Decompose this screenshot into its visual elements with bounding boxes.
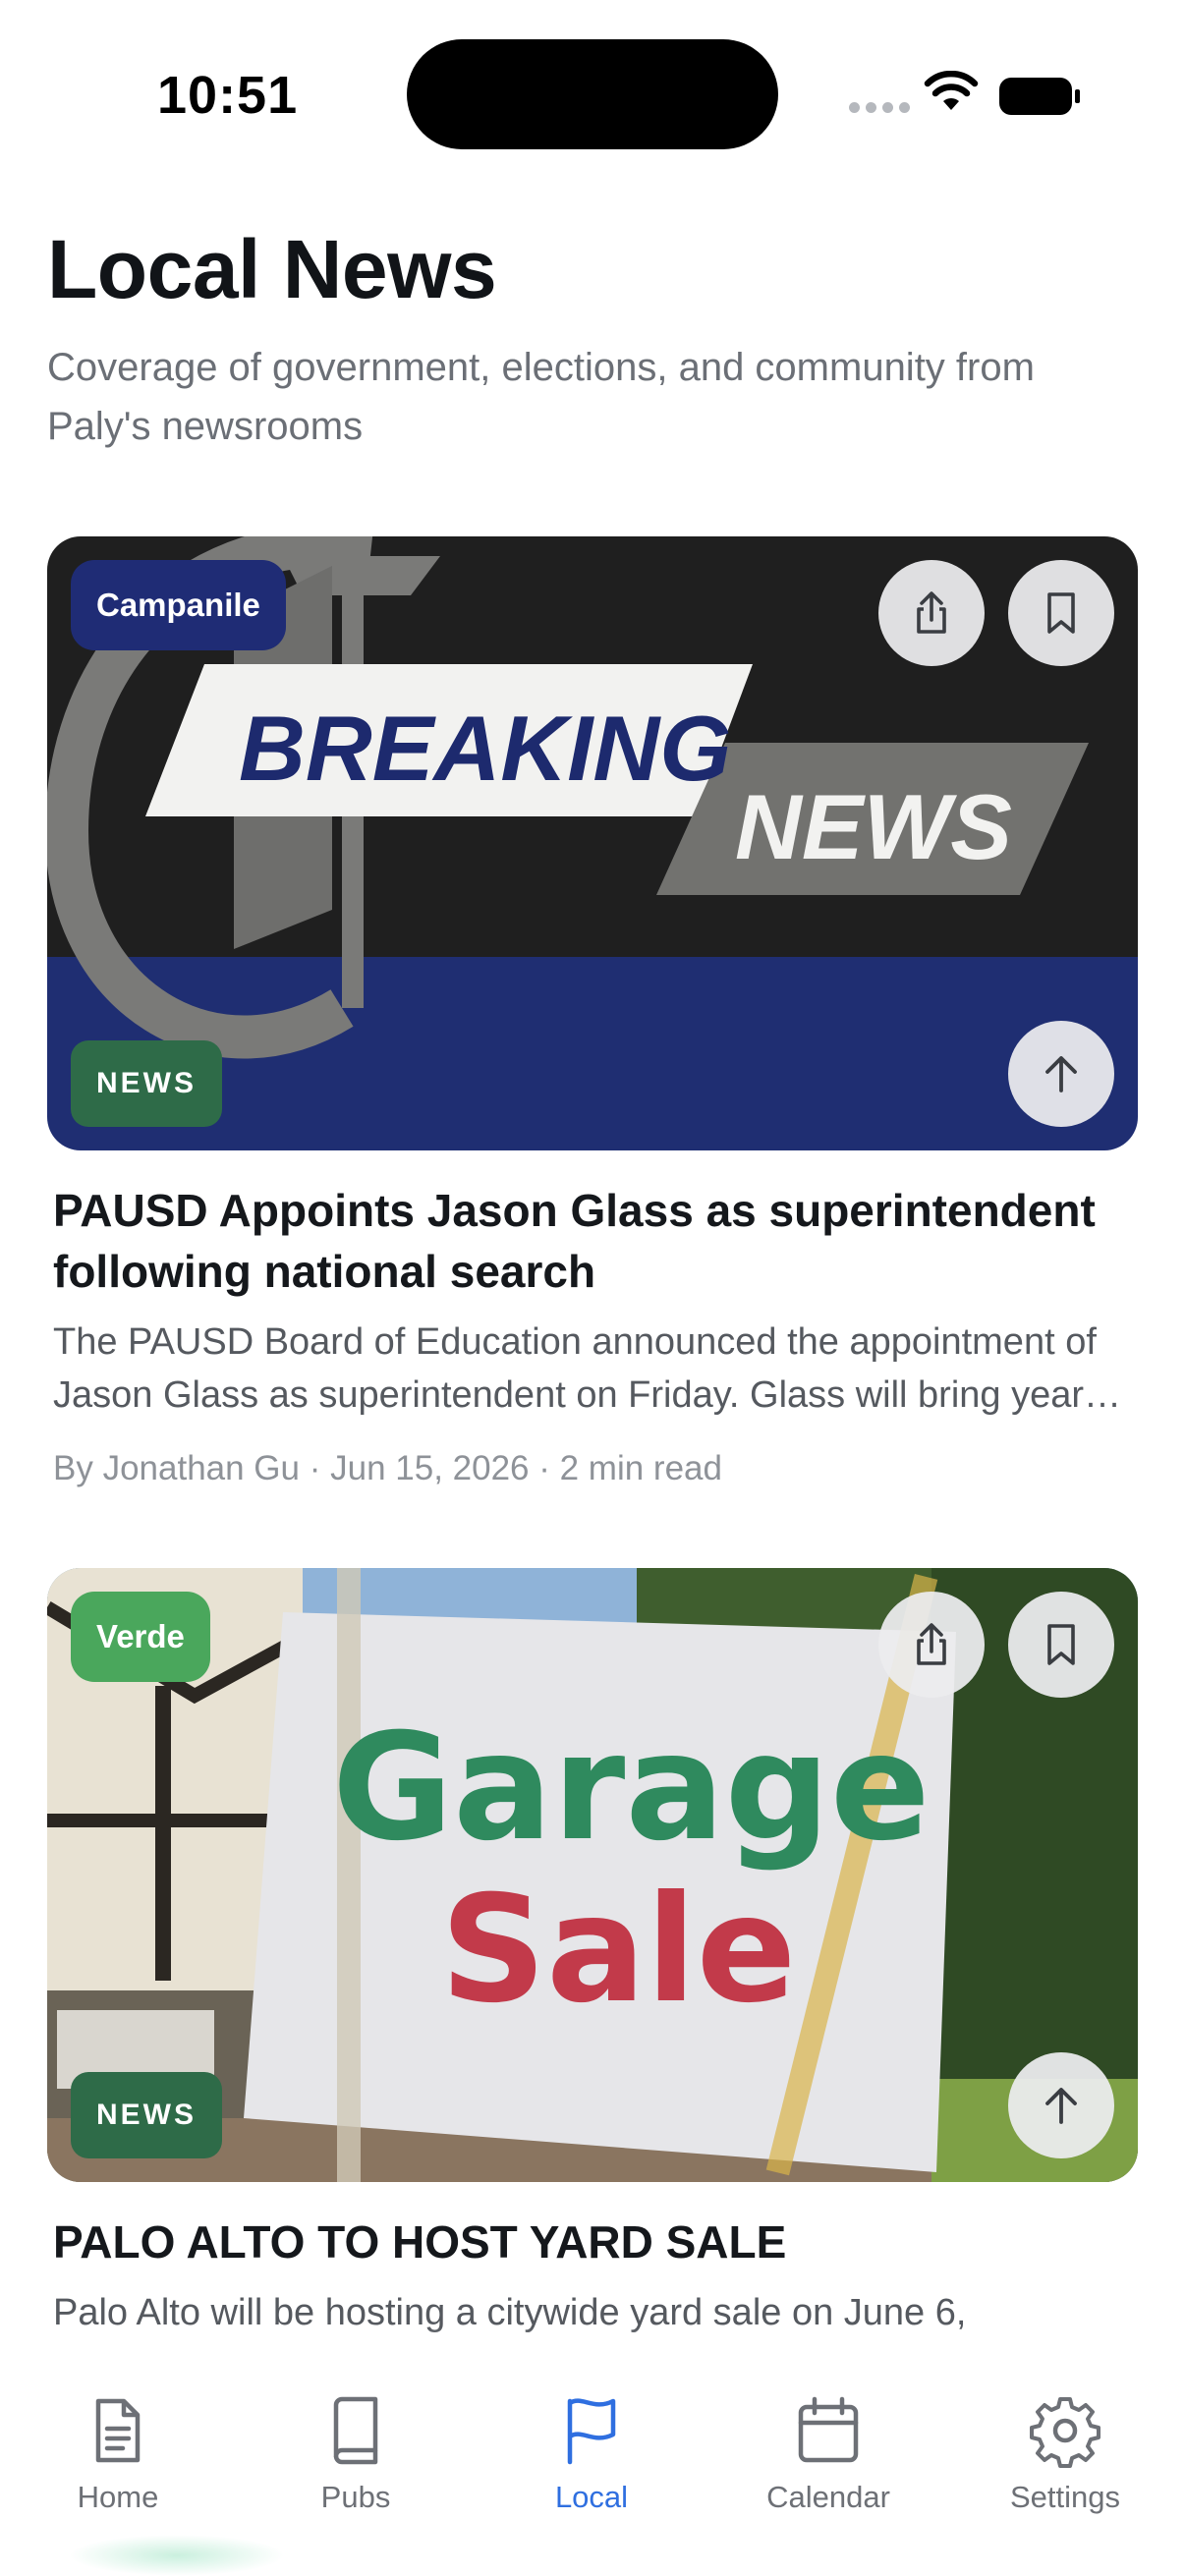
dynamic-island [407, 39, 778, 149]
signal-dots-icon [849, 102, 910, 113]
breaking-word: BREAKING [239, 697, 731, 800]
tab-label: Home [77, 2480, 159, 2514]
tab-settings[interactable]: Settings [967, 2393, 1163, 2515]
article-card[interactable]: Garage Sale Verde NEWS PALO ALTO TO HOST… [47, 1568, 1138, 2339]
arrow-up-icon [1045, 2088, 1077, 2124]
arrow-up-icon [1045, 1056, 1077, 1092]
tab-label: Calendar [766, 2480, 890, 2514]
category-badge: NEWS [71, 2072, 222, 2158]
publication-badge[interactable]: Verde [71, 1592, 210, 1682]
bookmark-button[interactable] [1008, 560, 1114, 666]
share-button[interactable] [878, 560, 985, 666]
article-image[interactable]: BREAKING NEWS Campanile NEWS [47, 536, 1138, 1150]
expand-button[interactable] [1008, 2052, 1114, 2158]
bookmark-button[interactable] [1008, 1592, 1114, 1698]
article-meta: By Jonathan Gu · Jun 15, 2026 · 2 min re… [53, 1449, 722, 1487]
article-image[interactable]: Garage Sale Verde NEWS [47, 1568, 1138, 2182]
share-button[interactable] [878, 1592, 985, 1698]
gear-icon [1030, 2397, 1100, 2468]
book-icon [333, 2396, 378, 2465]
tab-label: Local [554, 2480, 629, 2514]
sale-word: Sale [440, 1865, 796, 2036]
bookmark-icon [1047, 592, 1075, 634]
tab-pubs[interactable]: Pubs [257, 2393, 454, 2515]
calendar-icon [798, 2396, 859, 2463]
tab-local[interactable]: Local [493, 2393, 690, 2515]
status-bar: 10:51 [0, 0, 1185, 187]
tab-label: Pubs [320, 2480, 391, 2514]
home-indicator-glow [69, 2535, 285, 2576]
bookmark-icon [1047, 1624, 1075, 1665]
share-icon [917, 591, 946, 634]
tab-label: Settings [1009, 2480, 1120, 2514]
article-title[interactable]: PALO ALTO TO HOST YARD SALE [53, 2212, 1132, 2272]
publication-badge[interactable]: Campanile [71, 560, 286, 650]
expand-button[interactable] [1008, 1021, 1114, 1127]
article-summary: The PAUSD Board of Education announced t… [53, 1321, 1103, 1416]
article-title[interactable]: PAUSD Appoints Jason Glass as superinten… [53, 1180, 1132, 1302]
article-card[interactable]: BREAKING NEWS Campanile NEWS PAUSD Appoi… [47, 536, 1138, 1488]
tab-calendar[interactable]: Calendar [730, 2393, 927, 2515]
category-badge: NEWS [71, 1040, 222, 1127]
status-time: 10:51 [157, 66, 299, 125]
share-icon [917, 1623, 946, 1665]
flag-icon [567, 2398, 616, 2465]
tab-home[interactable]: Home [20, 2393, 216, 2515]
news-word: NEWS [735, 775, 1012, 878]
page-subtitle: Coverage of government, elections, and c… [47, 346, 1035, 448]
wifi-icon [924, 71, 979, 110]
page-title: Local News [47, 223, 497, 315]
garage-word: Garage [332, 1703, 931, 1874]
document-icon [95, 2398, 141, 2463]
battery-icon [999, 78, 1080, 115]
